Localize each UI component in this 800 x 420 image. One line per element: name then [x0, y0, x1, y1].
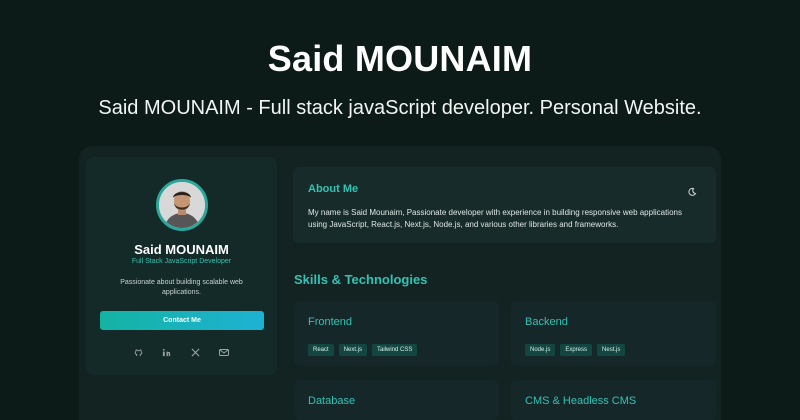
skill-card-title: Database	[308, 395, 356, 407]
profile-card: Said MOUNAIM Full Stack JavaScript Devel…	[86, 157, 277, 375]
skill-card-frontend: Frontend React Next.js Tailwind CSS	[294, 301, 499, 366]
github-icon[interactable]	[133, 347, 143, 357]
skill-tag: Next.js	[338, 344, 368, 356]
avatar	[156, 179, 208, 231]
skill-card-cms: CMS & Headless CMS	[511, 380, 716, 420]
skill-tags: Node.js Express Nest.js	[525, 344, 626, 356]
about-card: About Me My name is Said Mounaim, Passio…	[293, 167, 716, 243]
skill-card-title: Backend	[525, 316, 568, 328]
profile-bio: Passionate about building scalable web a…	[120, 279, 243, 296]
skill-card-title: Frontend	[308, 316, 353, 328]
x-icon[interactable]	[190, 347, 200, 357]
contact-me-button[interactable]: Contact Me	[100, 311, 264, 330]
skill-card-database: Database	[294, 380, 499, 420]
skill-tag: React	[308, 344, 334, 356]
about-text: My name is Said Mounaim, Passionate deve…	[308, 208, 682, 229]
skill-tags: React Next.js Tailwind CSS	[308, 344, 418, 356]
page-title: Said MOUNAIM	[267, 38, 533, 79]
profile-role: Full Stack JavaScript Developer	[131, 258, 232, 265]
skill-tag: Tailwind CSS	[372, 344, 418, 356]
skill-card-title: CMS & Headless CMS	[525, 395, 637, 407]
about-title: About Me	[308, 183, 359, 195]
skills-heading: Skills & Technologies	[294, 272, 428, 287]
skill-tag: Express	[560, 344, 593, 356]
social-links	[133, 347, 229, 357]
skill-tag: Node.js	[525, 344, 556, 356]
theme-toggle-icon[interactable]	[687, 184, 697, 196]
skill-card-backend: Backend Node.js Express Nest.js	[511, 301, 716, 366]
skill-tag: Nest.js	[597, 344, 626, 356]
page-subtitle: Said MOUNAIM - Full stack javaScript dev…	[98, 97, 702, 119]
mail-icon[interactable]	[218, 347, 229, 357]
profile-name: Said MOUNAIM	[134, 242, 229, 257]
linkedin-icon[interactable]	[162, 347, 172, 357]
